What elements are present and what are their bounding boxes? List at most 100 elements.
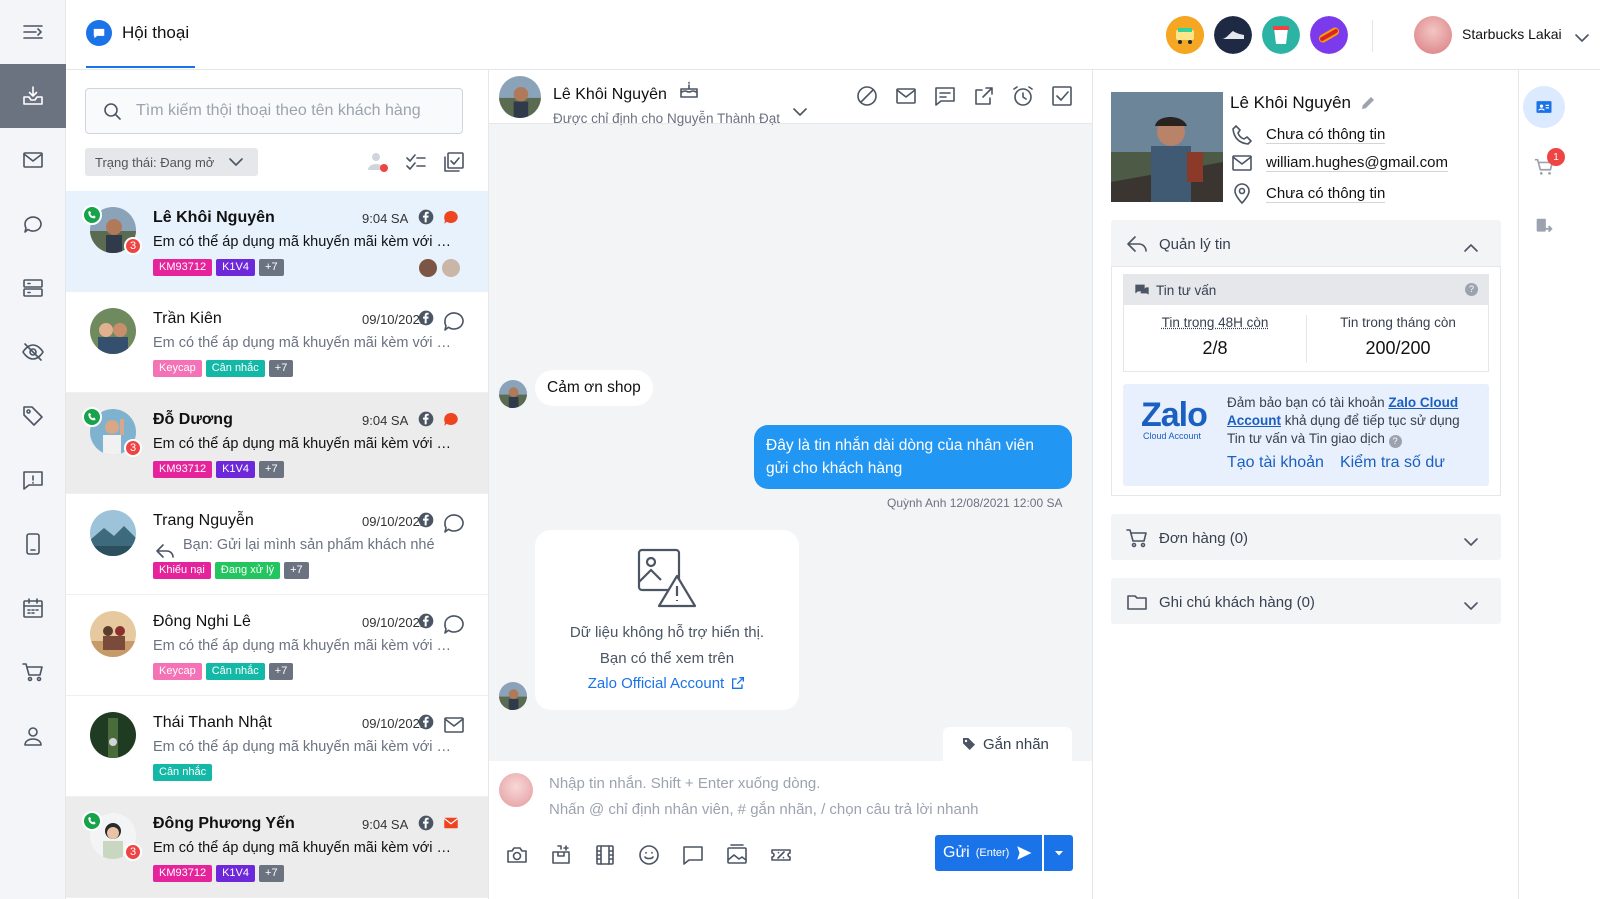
server-icon (23, 279, 43, 297)
customer-address[interactable]: Chưa có thông tin (1266, 185, 1386, 203)
contact-card-icon (1536, 101, 1552, 113)
nav-tags[interactable] (0, 384, 66, 448)
conversation-item[interactable]: Thái Thanh Nhật 09/10/2022 Em có thể áp … (66, 696, 488, 797)
alarm-clock-icon[interactable] (1011, 84, 1035, 108)
video-film-icon[interactable] (593, 843, 617, 867)
mail-icon (23, 152, 43, 168)
customer-notes-panel[interactable]: Ghi chú khách hàng (0) (1111, 578, 1501, 624)
nav-calendar[interactable] (0, 576, 66, 640)
conversation-item[interactable]: 3 Lê Khôi Nguyên 9:04 SA Em có thể áp dụ… (66, 191, 488, 292)
zalo-logo-subtext: Cloud Account (1143, 431, 1202, 441)
customer-address-row: Chưa có thông tin (1230, 182, 1386, 206)
voucher-icon[interactable] (769, 843, 793, 867)
page-avatar-4[interactable] (1310, 16, 1348, 54)
user-name[interactable]: Starbucks Lakai (1462, 26, 1562, 42)
tab-conversations[interactable]: Hội thoại (86, 20, 196, 68)
checklist-icon[interactable] (404, 150, 428, 174)
edit-pencil-icon[interactable] (1359, 94, 1377, 112)
main-nav-rail (0, 0, 66, 899)
help-icon[interactable]: ? (1465, 283, 1478, 296)
chat-bubble-icon (444, 514, 464, 533)
composer-placeholder[interactable]: Nhập tin nhắn. Shift + Enter xuống dòng. (549, 775, 820, 792)
tag-badge: Đang xử lý (214, 562, 281, 579)
tag-list: Cân nhắc (153, 764, 213, 781)
consult-quota-header: Tin tư vấn ? (1124, 275, 1488, 305)
chevron-down-icon[interactable] (1570, 26, 1594, 50)
assign-user-filter-icon[interactable] (366, 150, 390, 174)
block-icon[interactable] (855, 84, 879, 108)
add-label-button[interactable]: Gắn nhãn (943, 727, 1072, 761)
more-tags-badge[interactable]: +7 (259, 259, 284, 276)
page-avatar-2[interactable] (1214, 16, 1252, 54)
tag-badge: Cân nhắc (153, 764, 213, 781)
nav-cart[interactable] (0, 640, 66, 704)
conversation-item[interactable]: Trần Kiên 09/10/2022 Em có thể áp dụng m… (66, 292, 488, 393)
zalo-cloud-notice: Zalo Cloud Account Đảm bảo bạn có tài kh… (1123, 384, 1489, 486)
facebook-icon (418, 613, 434, 629)
page-avatar-3[interactable] (1262, 16, 1300, 54)
conversation-item[interactable]: Trang Nguyễn 09/10/2022 Bạn: Gửi lại mìn… (66, 494, 488, 595)
conversation-preview-text: Bạn: Gửi lại mình sản phẩm khách nhé (183, 537, 435, 553)
nav-mobile[interactable] (0, 512, 66, 576)
message-composer[interactable]: Nhập tin nhắn. Shift + Enter xuống dòng.… (489, 761, 1092, 899)
mail-icon[interactable] (894, 84, 918, 108)
nav-inbox[interactable] (0, 64, 66, 128)
send-button[interactable]: Gửi (Enter) (935, 835, 1042, 871)
image-warning-icon (637, 548, 697, 608)
more-tags-badge[interactable]: +7 (268, 360, 294, 377)
collapse-menu-button[interactable] (0, 0, 66, 64)
cart-icon (22, 663, 43, 682)
conversation-item[interactable]: Đông Nghi Lê 09/10/2022 Em có thể áp dụn… (66, 595, 488, 696)
conversation-item[interactable]: 3 Đông Phương Yến 9:04 SA Em có thể áp d… (66, 797, 488, 898)
nav-hidden[interactable] (0, 320, 66, 384)
check-balance-link[interactable]: Kiểm tra số dư (1340, 454, 1445, 472)
contact-card-button[interactable] (1523, 86, 1565, 128)
customer-photo (1111, 92, 1223, 202)
consult-quota-box: Tin tư vấn ? Tin trong 48H còn 2/8 Tin t… (1123, 274, 1489, 372)
create-account-link[interactable]: Tạo tài khoản (1227, 454, 1324, 472)
help-icon[interactable]: ? (1388, 435, 1402, 448)
nav-chat[interactable] (0, 192, 66, 256)
page-logo-hotdog-icon (1310, 16, 1348, 54)
conversation-item[interactable]: 3 Đỗ Dương 9:04 SA Em có thể áp dụng mã … (66, 393, 488, 494)
customer-phone[interactable]: Chưa có thông tin (1266, 126, 1386, 144)
more-tags-badge[interactable]: +7 (259, 865, 284, 882)
nav-profile[interactable] (0, 704, 66, 768)
note-message-icon[interactable] (933, 84, 957, 108)
conversation-tab-icon (86, 20, 112, 46)
user-avatar[interactable] (1414, 16, 1452, 54)
open-external-icon[interactable] (972, 84, 996, 108)
zalo-oa-link[interactable]: Zalo Official Account (535, 675, 799, 692)
more-tags-badge[interactable]: +7 (268, 663, 294, 680)
customer-email[interactable]: william.hughes@gmail.com (1266, 154, 1448, 172)
status-filter-dropdown[interactable]: Trạng thái: Đang mở (85, 148, 259, 176)
conversation-preview: Bạn: Gửi lại mình sản phẩm khách nhé (153, 537, 453, 563)
nav-server[interactable] (0, 256, 66, 320)
send-options-dropdown[interactable] (1044, 835, 1073, 871)
unsupported-content-card: Dữ liệu không hỗ trợ hiển thị. Bạn có th… (535, 530, 799, 710)
product-box-icon[interactable] (549, 843, 573, 867)
page-avatar-1[interactable] (1166, 16, 1204, 54)
quick-reply-icon[interactable] (681, 843, 705, 867)
more-tags-badge[interactable]: +7 (284, 562, 309, 579)
emoji-icon[interactable] (637, 843, 661, 867)
transfer-icon[interactable] (1533, 216, 1555, 238)
phone-icon (82, 205, 102, 225)
mark-done-icon[interactable] (1050, 84, 1074, 108)
image-gallery-icon[interactable] (725, 843, 749, 867)
select-all-icon[interactable] (442, 150, 466, 174)
nav-feedback[interactable] (0, 448, 66, 512)
search-input[interactable] (136, 102, 436, 120)
customer-email-row: william.hughes@gmail.com (1230, 151, 1448, 175)
phone-icon (82, 407, 102, 427)
chevron-up-icon[interactable] (1459, 236, 1483, 260)
message-management-header[interactable]: Quản lý tin (1125, 232, 1231, 256)
search-box[interactable] (85, 88, 463, 134)
assignment-dropdown[interactable]: Được chỉ định cho Nguyễn Thành Đạt (553, 100, 812, 126)
nav-mail[interactable] (0, 128, 66, 192)
more-tags-badge[interactable]: +7 (259, 461, 284, 478)
orders-panel[interactable]: Đơn hàng (0) (1111, 514, 1501, 560)
tab-conversations-label: Hội thoại (122, 23, 190, 42)
camera-icon[interactable] (505, 843, 529, 867)
conversation-preview: Em có thể áp dụng mã khuyến mãi kèm với … (153, 335, 453, 351)
